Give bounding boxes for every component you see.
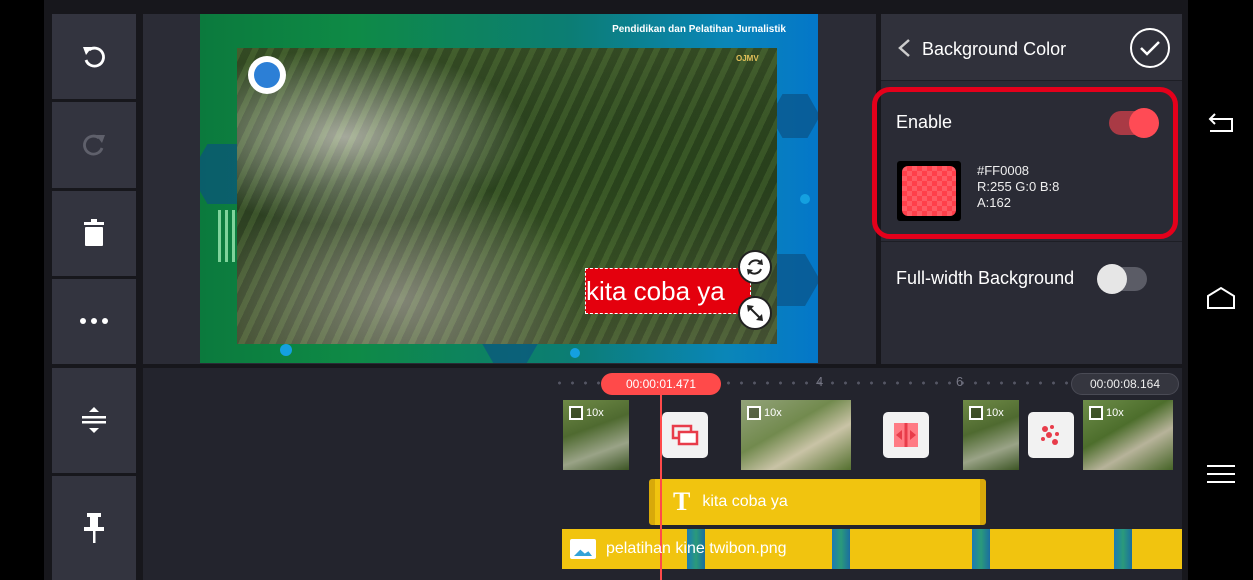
- check-icon: [1140, 41, 1160, 56]
- current-time: 00:00:01.471: [601, 373, 721, 395]
- ruler-mark: 6: [956, 374, 964, 389]
- edit-toolbar: [52, 14, 136, 364]
- decor-dot: [570, 348, 580, 358]
- layer-segment: [1114, 529, 1132, 569]
- pin-button[interactable]: [52, 475, 136, 580]
- image-icon: [570, 539, 596, 559]
- left-bezel: [0, 0, 44, 580]
- more-icon: [80, 318, 108, 325]
- ruler-mark: 4: [816, 374, 824, 389]
- toggle-knob: [1097, 264, 1127, 294]
- text-layer-label: kita coba ya: [702, 493, 788, 510]
- preview-header-text: Pendidikan dan Pelatihan Jurnalistik: [612, 24, 786, 35]
- image-layer-track[interactable]: pelatihan kine twibon.png: [562, 529, 1182, 569]
- video-clip[interactable]: 10x: [563, 400, 629, 470]
- clip-speed-tag: 10x: [969, 406, 1004, 420]
- home-icon: [1207, 286, 1235, 309]
- done-button[interactable]: [1130, 28, 1170, 68]
- rotate-icon: [747, 259, 763, 275]
- redo-button[interactable]: [52, 102, 136, 188]
- full-width-label: Full-width Background: [896, 268, 1075, 288]
- clip-speed-tag: 10x: [569, 406, 604, 420]
- text-overlay[interactable]: kita coba ya: [585, 268, 751, 314]
- clip-icon: [969, 406, 983, 420]
- decor-dot: [280, 344, 292, 356]
- timeline[interactable]: 4 6 00:00:01.471 00:00:08.164 10x 10x 10…: [143, 368, 1182, 580]
- menu-icon: [1207, 465, 1235, 483]
- sparkle-transition-icon: [1041, 425, 1059, 445]
- delete-button[interactable]: [52, 190, 136, 276]
- timeline-expand-button[interactable]: [52, 368, 136, 473]
- clip-speed: 10x: [764, 407, 782, 419]
- divider: [881, 241, 1182, 242]
- more-button[interactable]: [52, 278, 136, 364]
- clip-speed: 10x: [986, 407, 1004, 419]
- menu-button[interactable]: [1203, 456, 1239, 492]
- panel-header: Background Color: [881, 14, 1182, 81]
- clip-icon: [747, 406, 761, 420]
- resize-handle[interactable]: [738, 296, 772, 330]
- split-transition-icon: [894, 423, 918, 447]
- resize-icon: [747, 305, 763, 321]
- layer-segment: [832, 529, 850, 569]
- trash-icon: [84, 219, 104, 247]
- clip-speed-tag: 10x: [1089, 406, 1124, 420]
- total-time: 00:00:08.164: [1071, 373, 1179, 395]
- text-layer-track[interactable]: T kita coba ya: [649, 479, 986, 525]
- panel-title: Background Color: [922, 39, 1067, 59]
- redo-icon: [83, 134, 105, 156]
- clip-icon: [569, 406, 583, 420]
- layer-segment: [972, 529, 990, 569]
- transition-button[interactable]: [662, 412, 708, 458]
- pin-icon: [84, 512, 104, 543]
- clip-speed: 10x: [1106, 407, 1124, 419]
- chevron-left-icon[interactable]: [897, 38, 911, 58]
- back-icon: [1208, 113, 1233, 132]
- video-clip[interactable]: 10x: [1083, 400, 1173, 470]
- text-layer-icon: T: [673, 487, 691, 516]
- decor-dot: [800, 194, 810, 204]
- clip-speed-tag: 10x: [747, 406, 782, 420]
- clip-icon: [1089, 406, 1103, 420]
- undo-icon: [83, 46, 105, 68]
- transition-button[interactable]: [1028, 412, 1074, 458]
- full-width-toggle[interactable]: [1097, 264, 1147, 294]
- system-nav-bar: [1188, 0, 1253, 580]
- decor-hex: [770, 94, 818, 138]
- back-button[interactable]: [1203, 104, 1239, 140]
- timeline-toolbar: [52, 368, 136, 580]
- transition-button[interactable]: [883, 412, 929, 458]
- overlap-transition-icon: [671, 424, 699, 446]
- timeline-expand-icon: [82, 407, 106, 434]
- video-clip[interactable]: 10x: [963, 400, 1019, 470]
- image-layer-label: pelatihan kine twibon.png: [606, 540, 787, 557]
- undo-button[interactable]: [52, 14, 136, 100]
- clip-speed: 10x: [586, 407, 604, 419]
- home-button[interactable]: [1203, 280, 1239, 316]
- rotate-handle[interactable]: [738, 250, 772, 284]
- logo-left: [248, 56, 286, 94]
- video-clip[interactable]: 10x: [741, 400, 851, 470]
- annotation-highlight: [872, 87, 1178, 239]
- video-editor-screen: Pendidikan dan Pelatihan Jurnalistik OJM…: [0, 0, 1253, 580]
- video-preview[interactable]: Pendidikan dan Pelatihan Jurnalistik OJM…: [200, 14, 818, 363]
- logo-right-text: OJMV: [736, 54, 759, 63]
